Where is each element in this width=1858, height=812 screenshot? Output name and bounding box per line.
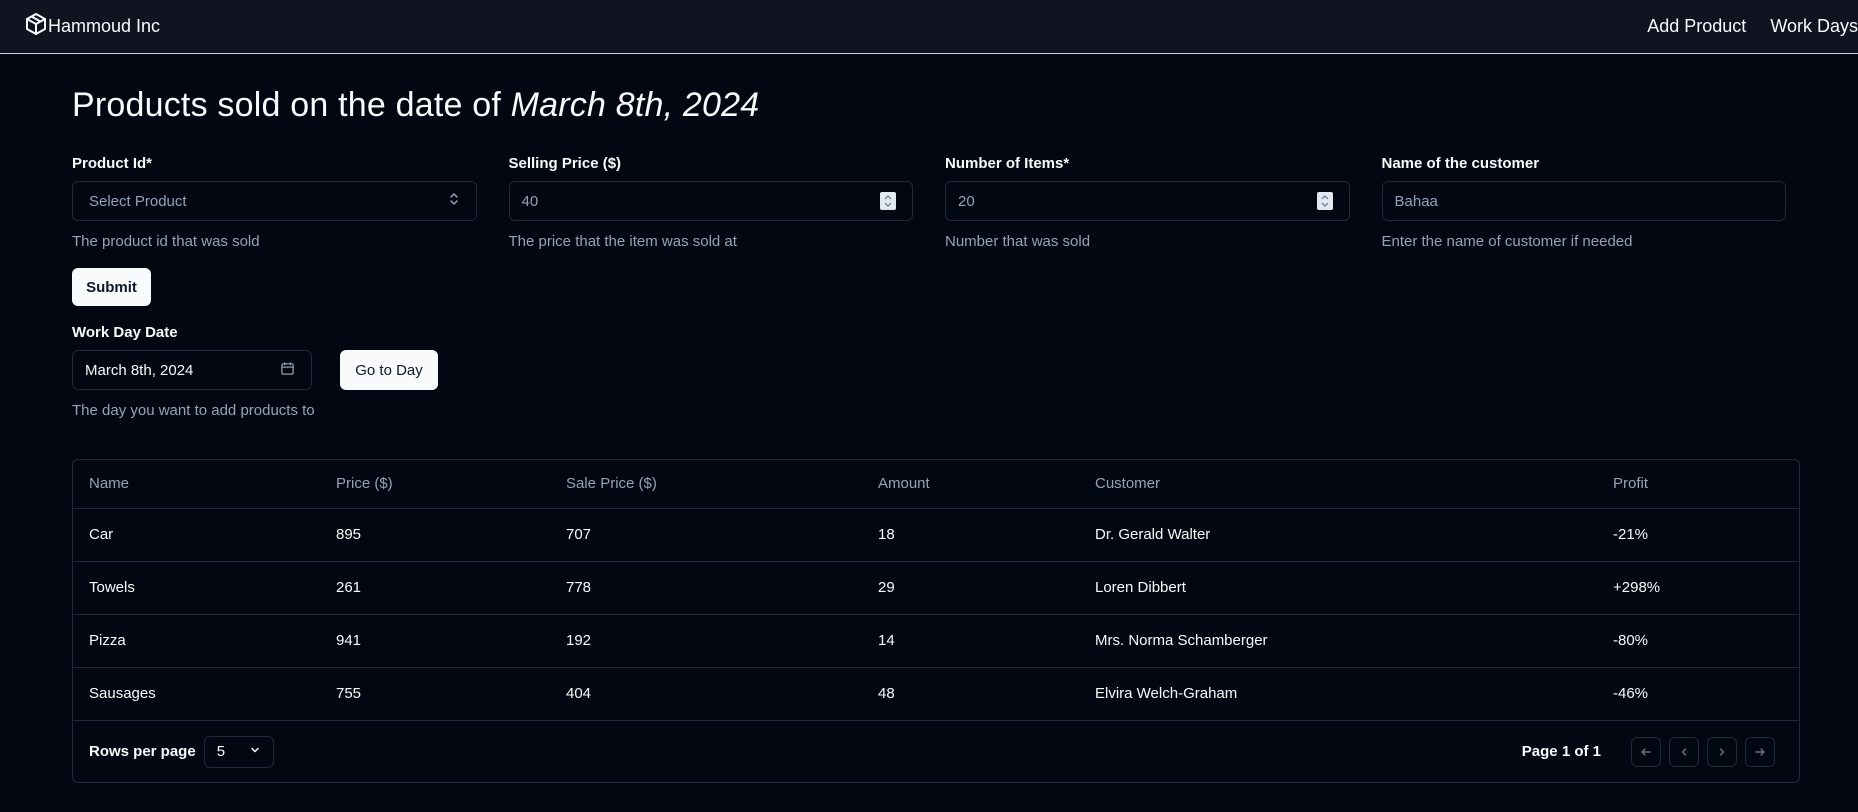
selling-price-help: The price that the item was sold at: [508, 233, 737, 250]
cell-customer: Mrs. Norma Schamberger: [1079, 614, 1597, 668]
workday-date-value: March 8th, 2024: [85, 361, 194, 379]
cell-price: 755: [336, 685, 362, 703]
cell-sale-price: 192: [550, 614, 862, 668]
column-header-sale-price: Sale Price ($): [550, 460, 862, 509]
workday-label: Work Day Date: [72, 324, 178, 341]
product-id-select[interactable]: Select Product: [72, 181, 477, 221]
cell-sale-price: 404: [566, 685, 592, 703]
page-title: Products sold on the date of March 8th, …: [72, 86, 1786, 125]
table-row[interactable]: Towels 261 778 29 Loren Dibbert +298%: [73, 561, 1799, 615]
arrow-left-icon: [1641, 747, 1651, 756]
cell-amount: 14: [862, 614, 1079, 668]
product-id-label: Product Id*: [72, 155, 153, 172]
last-page-button[interactable]: [1745, 736, 1775, 767]
table-row[interactable]: Sausages 755 404 48 Elvira Welch-Graham …: [73, 667, 1799, 720]
customer-label: Name of the customer: [1381, 155, 1540, 172]
number-items-help: Number that was sold: [945, 233, 1091, 250]
cell-amount: 18: [862, 508, 1079, 562]
cell-price: 895: [320, 508, 550, 562]
column-header-customer: Customer: [1079, 460, 1597, 509]
rows-per-page-select[interactable]: 5: [203, 735, 274, 768]
selling-price-input[interactable]: 40: [508, 181, 913, 221]
next-page-button[interactable]: [1707, 736, 1737, 767]
cell-name: Sausages: [89, 685, 156, 703]
cell-profit: -80%: [1597, 614, 1799, 668]
column-header-name: Name: [73, 460, 320, 509]
pagination: Page 1 of 1: [1521, 736, 1775, 767]
cell-price: 941: [320, 614, 550, 668]
rows-per-page-value: 5: [216, 743, 226, 760]
customer-help: Enter the name of customer if needed: [1381, 233, 1633, 250]
arrow-right-icon: [1755, 747, 1765, 756]
customer-field: Name of the customer Bahaa Enter the nam…: [1381, 155, 1786, 250]
calendar-icon: [280, 361, 295, 380]
sale-form: Product Id* Select Product The product i…: [72, 155, 1786, 250]
column-header-price: Price ($): [320, 460, 550, 509]
cell-name: Towels: [73, 561, 320, 615]
workday-section: Work Day Date March 8th, 2024 Go to Day …: [72, 324, 1786, 419]
package-icon: [24, 12, 48, 41]
cell-amount: 48: [878, 685, 895, 703]
page-title-date: March 8th, 2024: [510, 86, 760, 124]
selling-price-field: Selling Price ($) 40 The price that the …: [508, 155, 913, 250]
chevron-down-icon: [249, 743, 261, 760]
brand-name: Hammoud Inc: [48, 16, 161, 36]
top-navbar: Hammoud Inc Add Product Work Days: [0, 0, 1858, 54]
cell-profit: -46%: [1613, 685, 1649, 703]
nav-link-add-product[interactable]: Add Product: [1647, 16, 1746, 37]
nav-links: Add Product Work Days: [1647, 16, 1858, 37]
table-footer: Rows per page 5 Page 1 of 1: [73, 720, 1799, 782]
rows-per-page-label: Rows per page: [89, 743, 196, 760]
sales-table: Name Price ($) Sale Price ($) Amount Cus…: [73, 460, 1799, 720]
workday-date-picker[interactable]: March 8th, 2024: [72, 350, 312, 390]
chevron-right-icon: [1719, 747, 1725, 756]
cell-profit: -21%: [1597, 508, 1799, 562]
customer-value: Bahaa: [1394, 192, 1438, 210]
product-id-help: The product id that was sold: [72, 233, 260, 250]
table-row[interactable]: Car 895 707 18 Dr. Gerald Walter -21%: [73, 508, 1799, 562]
number-items-value: 20: [958, 192, 975, 210]
column-header-profit: Profit: [1597, 460, 1799, 509]
cell-customer: Elvira Welch-Graham: [1095, 685, 1238, 703]
cell-sale-price: 707: [550, 508, 862, 562]
number-spinner[interactable]: [880, 192, 896, 210]
page-title-prefix: Products sold on the date of: [72, 86, 511, 124]
table-header-row: Name Price ($) Sale Price ($) Amount Cus…: [73, 460, 1799, 509]
column-header-amount: Amount: [862, 460, 1079, 509]
cell-sale-price: 778: [550, 561, 862, 615]
submit-button[interactable]: Submit: [72, 268, 151, 306]
chevron-left-icon: [1681, 747, 1687, 756]
chevrons-up-down-icon: [448, 192, 460, 210]
number-items-label: Number of Items*: [945, 155, 1070, 172]
cell-name: Pizza: [73, 614, 320, 668]
workday-help: The day you want to add products to: [72, 402, 315, 419]
go-to-day-button[interactable]: Go to Day: [340, 350, 438, 390]
rows-per-page: Rows per page 5: [89, 735, 274, 768]
workday-row: March 8th, 2024 Go to Day: [72, 350, 1786, 390]
number-items-input[interactable]: 20: [945, 181, 1350, 221]
cell-customer: Dr. Gerald Walter: [1079, 508, 1597, 562]
nav-link-work-days[interactable]: Work Days: [1770, 16, 1858, 37]
brand[interactable]: Hammoud Inc: [24, 12, 160, 41]
sales-table-container: Name Price ($) Sale Price ($) Amount Cus…: [72, 459, 1800, 783]
previous-page-button[interactable]: [1669, 736, 1699, 767]
cell-profit: +298%: [1597, 561, 1799, 615]
page-info: Page 1 of 1: [1521, 743, 1601, 760]
cell-price: 261: [320, 561, 550, 615]
cell-customer: Loren Dibbert: [1079, 561, 1597, 615]
first-page-button[interactable]: [1631, 736, 1661, 767]
table-row[interactable]: Pizza 941 192 14 Mrs. Norma Schamberger …: [73, 614, 1799, 668]
main-content: Products sold on the date of March 8th, …: [0, 86, 1858, 783]
selling-price-label: Selling Price ($): [508, 155, 622, 172]
number-items-field: Number of Items* 20 Number that was sold: [945, 155, 1350, 250]
product-id-field: Product Id* Select Product The product i…: [72, 155, 477, 250]
product-id-value: Select Product: [89, 192, 187, 210]
number-spinner[interactable]: [1316, 192, 1333, 210]
selling-price-value: 40: [521, 192, 539, 210]
cell-name: Car: [73, 508, 320, 562]
cell-amount: 29: [862, 561, 1079, 615]
customer-input[interactable]: Bahaa: [1381, 181, 1786, 221]
